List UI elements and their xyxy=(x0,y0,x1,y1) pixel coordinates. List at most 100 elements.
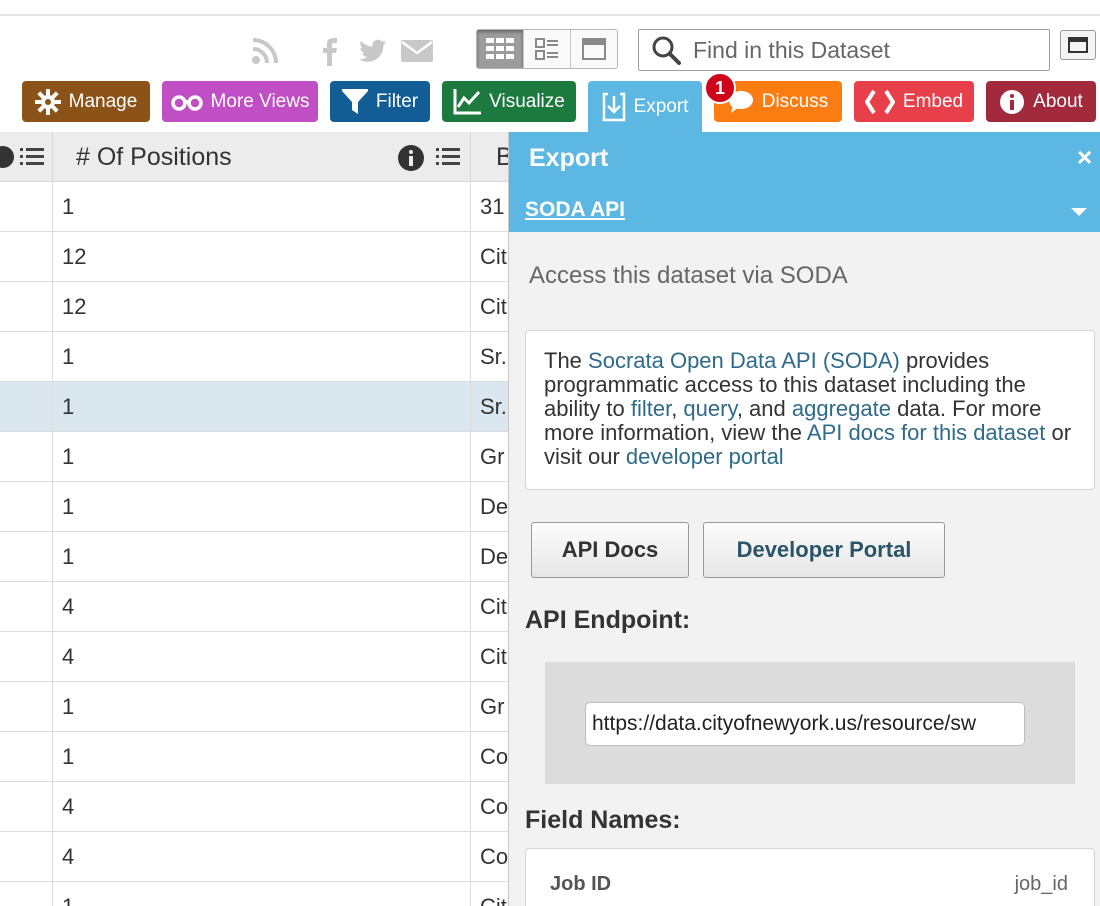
cell-next-column: Sr. xyxy=(480,344,507,369)
table-row[interactable]: 1 Gr xyxy=(0,682,508,732)
table-row[interactable]: 1 31 xyxy=(0,182,508,232)
cell-positions: 1 xyxy=(62,494,75,519)
column-divider xyxy=(470,182,471,906)
table-row[interactable]: 1 Gr xyxy=(0,432,508,482)
fullscreen-icon[interactable] xyxy=(1060,30,1096,60)
developer-portal-button[interactable]: Developer Portal xyxy=(703,522,945,578)
cell-next-column: Cit xyxy=(480,882,508,906)
cell-next-column: Sr. xyxy=(480,394,507,419)
cell-positions: 12 xyxy=(62,294,87,319)
page-view-icon[interactable] xyxy=(571,30,617,68)
desc-text: The xyxy=(544,348,589,373)
funnel-icon xyxy=(341,88,368,115)
grid-header: # Of Positions B xyxy=(0,132,513,182)
email-icon[interactable] xyxy=(400,36,434,66)
cell-positions: 1 xyxy=(62,444,75,469)
info-icon[interactable] xyxy=(398,145,424,176)
cell-next-column: Cit xyxy=(480,644,507,669)
table-row[interactable]: 1 De xyxy=(0,532,508,582)
query-link[interactable]: query xyxy=(683,396,736,421)
cell-positions: 1 xyxy=(62,344,75,369)
table-row[interactable]: 4 Cit xyxy=(0,632,508,682)
cell-positions: 1 xyxy=(62,544,75,569)
filter-label: Filter xyxy=(375,90,419,112)
cell-positions: 1 xyxy=(62,394,75,419)
developer-portal-link[interactable]: developer portal xyxy=(626,444,784,469)
cell-positions: 4 xyxy=(62,844,75,869)
search-input[interactable] xyxy=(693,36,1033,64)
cell-positions: 4 xyxy=(62,794,75,819)
table-row[interactable]: 4 Cit xyxy=(0,582,508,632)
api-endpoint-field[interactable] xyxy=(585,702,1025,746)
table-row[interactable]: 4 Co xyxy=(0,832,508,882)
table-row[interactable]: 1 Sr. xyxy=(0,382,508,432)
table-row[interactable]: 1 Cit xyxy=(0,882,508,906)
api-docs-link[interactable]: API docs for this dataset xyxy=(807,420,1045,445)
soda-api-section-toggle[interactable]: SODA API xyxy=(525,198,625,222)
panel-lead-text: Access this dataset via SODA xyxy=(529,262,848,289)
column-divider xyxy=(52,182,53,906)
chart-icon xyxy=(453,88,482,115)
grid-view-icon[interactable] xyxy=(477,30,524,68)
column-menu-icon[interactable] xyxy=(436,147,460,172)
cell-positions: 1 xyxy=(62,882,74,906)
twitter-icon[interactable] xyxy=(356,36,390,66)
search-icon xyxy=(639,35,693,65)
export-label: Export xyxy=(633,95,689,117)
table-row[interactable]: 1 Co xyxy=(0,732,508,782)
filter-link[interactable]: filter xyxy=(631,396,671,421)
more-views-button[interactable]: More Views xyxy=(162,81,318,122)
api-docs-button[interactable]: API Docs xyxy=(531,522,689,578)
cell-next-column: De xyxy=(480,494,508,519)
visualize-button[interactable]: Visualize xyxy=(442,81,576,122)
embed-button[interactable]: Embed xyxy=(854,81,974,122)
field-api-name: job_id xyxy=(1014,873,1068,895)
chevron-down-icon[interactable] xyxy=(1071,208,1087,216)
embed-label: Embed xyxy=(902,90,964,112)
code-brackets-icon xyxy=(864,89,895,115)
table-row[interactable]: 1 Sr. xyxy=(0,332,508,382)
cell-positions: 4 xyxy=(62,594,75,619)
table-row[interactable]: 4 Co xyxy=(0,782,508,832)
export-button[interactable]: Export xyxy=(588,81,702,132)
rss-icon[interactable] xyxy=(248,36,282,66)
facebook-icon[interactable] xyxy=(312,36,346,66)
discuss-count-badge: 1 xyxy=(704,72,736,104)
export-icon xyxy=(602,92,626,122)
manage-button[interactable]: Manage xyxy=(22,81,150,122)
cell-next-column: Cit xyxy=(480,594,507,619)
table-row[interactable]: 12 Cit xyxy=(0,282,508,332)
api-endpoint-container xyxy=(545,662,1075,784)
manage-label: Manage xyxy=(68,90,138,112)
cell-positions: 1 xyxy=(62,694,75,719)
top-divider xyxy=(0,14,1100,16)
filter-button[interactable]: Filter xyxy=(330,81,430,122)
about-button[interactable]: About xyxy=(986,81,1096,122)
info-icon[interactable] xyxy=(0,146,14,173)
desc-text: , xyxy=(671,396,684,421)
column-header-positions[interactable]: # Of Positions xyxy=(76,132,232,182)
info-icon xyxy=(999,89,1025,115)
export-panel-header: Export × SODA API xyxy=(509,132,1100,232)
about-label: About xyxy=(1033,90,1083,112)
field-names-list: Job ID job_id xyxy=(525,848,1095,906)
table-row[interactable]: 1 De xyxy=(0,482,508,532)
list-view-icon[interactable] xyxy=(524,30,571,68)
cell-next-column: Cit xyxy=(480,294,507,319)
cell-next-column: Gr xyxy=(480,694,505,719)
cell-next-column: Co xyxy=(480,794,508,819)
cell-positions: 12 xyxy=(62,244,87,269)
api-endpoint-title: API Endpoint: xyxy=(525,606,691,634)
header-divider xyxy=(52,132,53,182)
close-icon[interactable]: × xyxy=(1077,142,1092,173)
table-row[interactable]: 12 Cit xyxy=(0,232,508,282)
aggregate-link[interactable]: aggregate xyxy=(792,396,891,421)
desc-text: , and xyxy=(736,396,792,421)
column-menu-icon[interactable] xyxy=(20,147,44,172)
view-switcher xyxy=(476,29,618,69)
cell-next-column: Co xyxy=(480,744,508,769)
field-names-title: Field Names: xyxy=(525,806,681,834)
header-divider xyxy=(470,132,471,182)
field-display-name: Job ID xyxy=(550,873,612,895)
soda-link[interactable]: Socrata Open Data API (SODA) xyxy=(588,348,900,373)
